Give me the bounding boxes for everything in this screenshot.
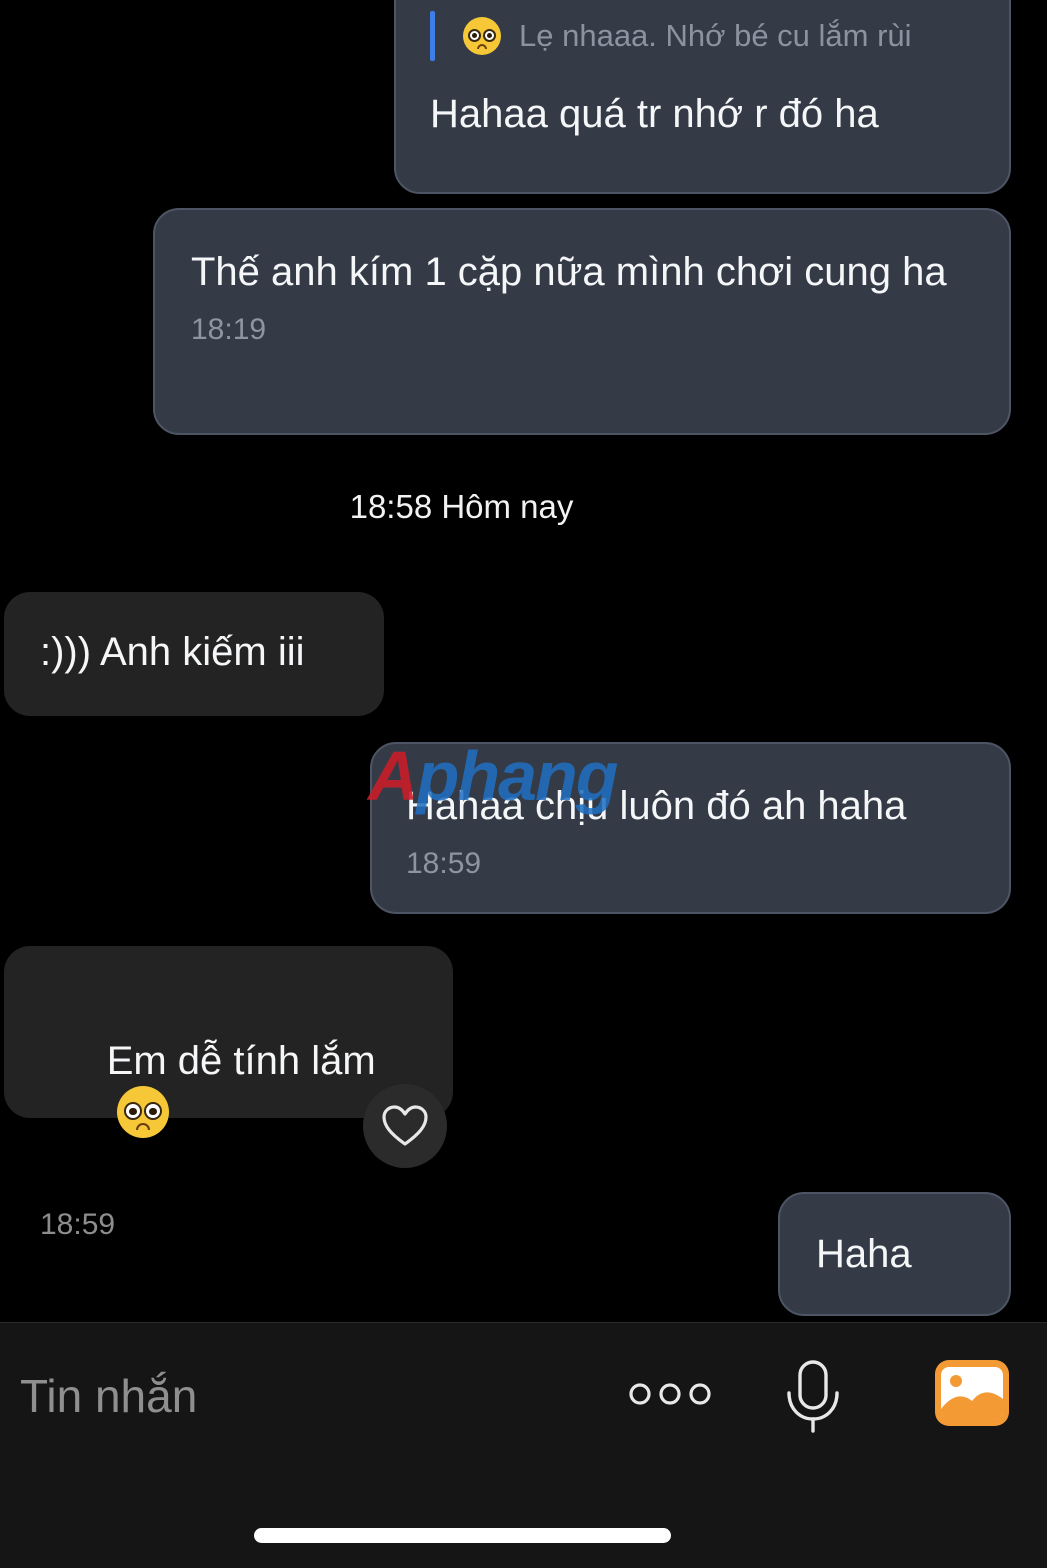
message-time: 18:59 — [406, 847, 482, 880]
outgoing-message-bubble[interactable]: Thế anh kím 1 cặp nữa mình chơi cung ha … — [153, 208, 1011, 435]
outgoing-message-bubble[interactable]: Haha — [778, 1192, 1011, 1316]
send-image-button[interactable] — [934, 1359, 1010, 1427]
incoming-message-bubble[interactable]: :))) Anh kiếm iii — [4, 592, 384, 716]
message-time: 18:19 — [191, 313, 267, 346]
message-text: Hahaa chịu luôn đó ah haha — [406, 784, 907, 828]
heart-outline-icon — [382, 1105, 428, 1146]
outgoing-message-bubble[interactable]: Hahaa chịu luôn đó ah haha 18:59 — [370, 742, 1011, 914]
quote-bar — [430, 11, 435, 61]
pleading-face-emoji-icon — [116, 1086, 169, 1139]
message-text: Thế anh kím 1 cặp nữa mình chơi cung ha — [191, 250, 947, 294]
message-text: :))) Anh kiếm iii — [40, 630, 305, 674]
image-gallery-icon — [935, 1360, 1009, 1426]
message-text: Em dễ tính lắm — [106, 1039, 376, 1083]
pleading-face-emoji-icon — [463, 17, 501, 55]
reaction-heart-button[interactable] — [363, 1084, 447, 1168]
voice-record-button[interactable] — [780, 1359, 846, 1435]
home-indicator — [254, 1528, 671, 1543]
day-separator: 18:58 Hôm nay — [349, 488, 574, 525]
quoted-message-text: Lẹ nhaaa. Nhớ bé cu lắm rùi — [519, 18, 912, 53]
chat-thread[interactable]: Lẹ nhaaa. Nhớ bé cu lắm rùi Hahaa quá tr… — [0, 0, 1047, 1322]
more-options-button[interactable] — [624, 1365, 716, 1423]
message-input[interactable] — [20, 1369, 580, 1423]
microphone-icon — [787, 1360, 839, 1433]
message-text: Haha — [816, 1232, 912, 1276]
message-text: Hahaa quá tr nhớ r đó ha — [430, 92, 879, 136]
more-dots-icon — [629, 1383, 711, 1405]
message-time: 18:59 — [40, 1208, 116, 1241]
reply-quote[interactable]: Lẹ nhaaa. Nhớ bé cu lắm rùi — [430, 11, 975, 61]
outgoing-message-bubble[interactable]: Lẹ nhaaa. Nhớ bé cu lắm rùi Hahaa quá tr… — [394, 0, 1011, 194]
